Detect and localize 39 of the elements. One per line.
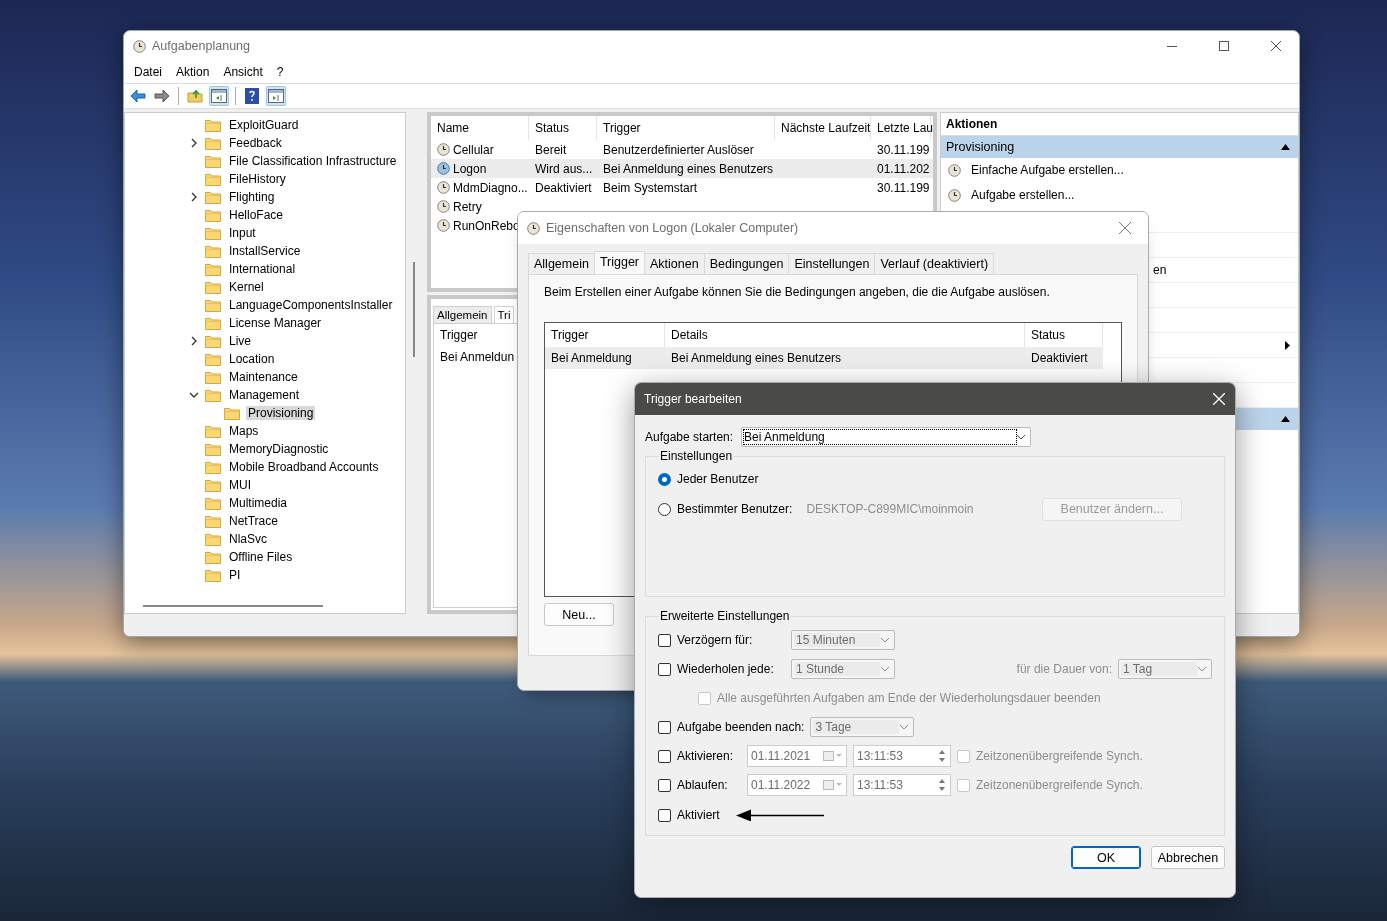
checkbox-label: Aktiviert — [677, 808, 720, 822]
window-title: Aufgabenplanung — [152, 39, 250, 53]
checkbox-label: Wiederholen jede: — [677, 662, 775, 676]
table-cell: Wird aus... — [535, 161, 593, 176]
table-cell: Bei Anmeldung eines Benutzers — [603, 161, 774, 176]
table-cell: 30.11.199 — [877, 142, 930, 157]
table-cell: Deaktiviert — [1031, 351, 1088, 365]
checkbox-label: Alle ausgeführten Aufgaben am Ende der Wiederholungsdauer beenden — [717, 691, 1101, 705]
table-cell: Bereit — [535, 142, 567, 157]
checkbox-label: Zeitzonenübergreifende Synch. — [976, 749, 1143, 763]
group-title: Erweiterte Einstellungen — [659, 609, 791, 623]
table-cell: Benutzerdefinierter Auslöser — [603, 142, 754, 157]
intro-text: Beim Erstellen einer Aufgabe können Sie die Bedingungen angeben, die die Aufgabe auslösen. — [544, 285, 1051, 299]
group-title: Einstellungen — [659, 449, 734, 463]
checkbox-label: Aufgabe beenden nach: — [677, 720, 805, 734]
field-label: Aufgabe starten: — [645, 430, 734, 444]
table-cell: Bei Anmeldung — [551, 351, 632, 365]
table-cell: Deaktiviert — [535, 180, 592, 195]
table-cell: Retry — [453, 199, 482, 214]
radio-label: Jeder Benutzer — [677, 472, 759, 486]
checkbox-label: Aktivieren: — [677, 749, 735, 763]
duration-label: für die Dauer von: — [1016, 662, 1112, 676]
table-cell: Bei Anmeldun — [440, 350, 515, 364]
checkbox-label: Ablaufen: — [677, 778, 729, 792]
radio-label: Bestimmter Benutzer: — [677, 502, 793, 516]
dialog-title: Trigger bearbeiten — [644, 392, 742, 406]
table-cell: MdmDiagno... — [453, 180, 528, 195]
checkbox-label: Verzögern für: — [677, 633, 754, 647]
user-name: DESKTOP-C899MIC\moinmoin — [806, 502, 974, 516]
checkbox-label: Zeitzonenübergreifende Synch. — [976, 778, 1143, 792]
table-cell: Beim Systemstart — [603, 180, 698, 195]
table-cell: Cellular — [453, 142, 494, 157]
table-cell: Bei Anmeldung eines Benutzers — [671, 351, 842, 365]
dialog-title: Eigenschaften von Logon (Lokaler Computer) — [546, 221, 799, 235]
section-title: Provisioning — [946, 140, 1015, 154]
table-cell: 01.11.202 — [877, 161, 930, 176]
table-cell: 30.11.199 — [877, 180, 930, 195]
table-cell: RunOnRebo — [453, 218, 520, 233]
table-cell: Logon — [453, 161, 487, 176]
